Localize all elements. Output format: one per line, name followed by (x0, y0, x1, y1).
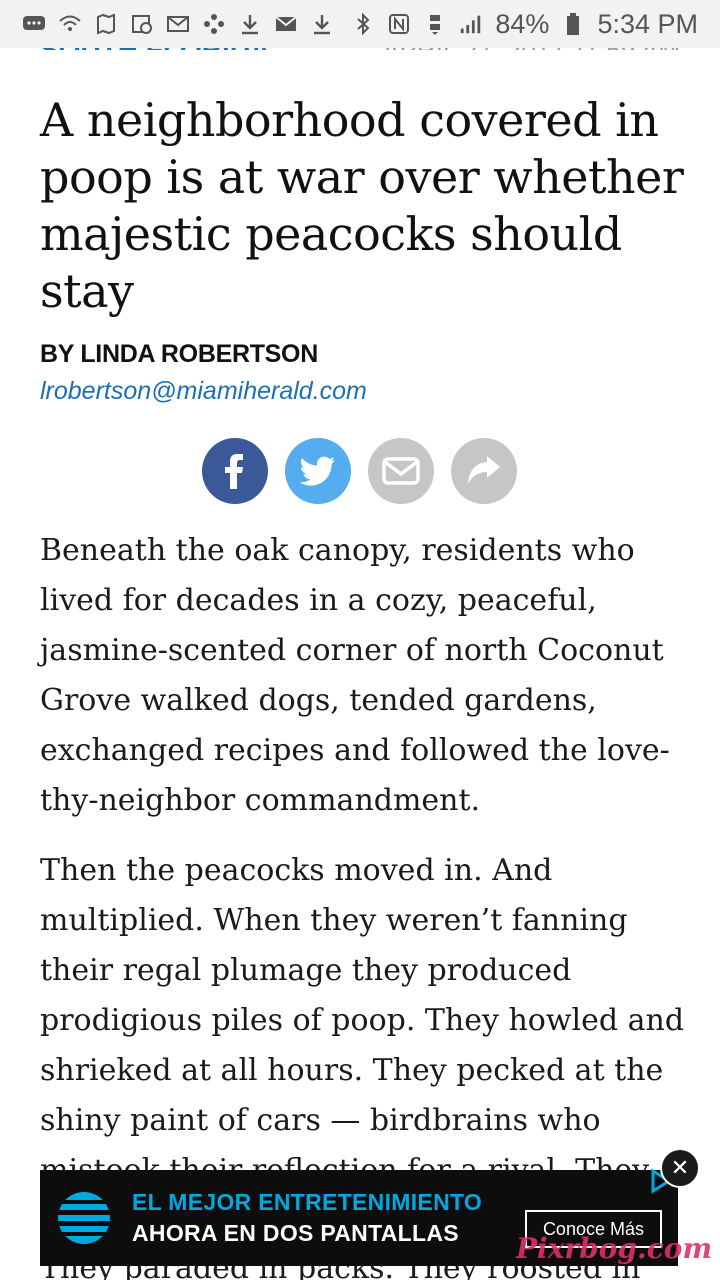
more-share-button[interactable] (451, 438, 517, 504)
email-share-button[interactable] (368, 438, 434, 504)
system-icons: 84% 5:34 PM (351, 9, 698, 40)
share-buttons (202, 438, 517, 504)
ad-headline: EL MEJOR ENTRETENIMIENTO (132, 1189, 483, 1215)
notification-icons (22, 12, 334, 36)
body-paragraph: Beneath the oak canopy, residents who li… (40, 533, 670, 818)
download-icon (238, 12, 262, 36)
ad-close-button[interactable]: ✕ (660, 1148, 700, 1188)
status-bar: 84% 5:34 PM (0, 0, 720, 48)
share-arrow-icon (468, 456, 500, 484)
ad-copy: EL MEJOR ENTRETENIMIENTO AHORA EN DOS PA… (132, 1189, 482, 1247)
lte-icon (423, 12, 447, 36)
twitter-icon (300, 456, 335, 486)
battery-percent: 84% (495, 8, 550, 39)
calendar-icon (130, 12, 154, 36)
bluetooth-icon (351, 12, 375, 36)
battery-icon (561, 12, 585, 36)
mail-icon (274, 12, 298, 36)
article-headline: A neighborhood covered in poop is at war… (40, 93, 684, 318)
facebook-icon (225, 454, 243, 489)
author-email-link[interactable]: lrobertson@miamiherald.com (40, 377, 367, 406)
maps-icon (94, 12, 118, 36)
chat-icon (22, 12, 46, 36)
byline: BY LINDA ROBERTSON (40, 340, 318, 368)
att-globe-icon (54, 1188, 114, 1248)
clock: 5:34 PM (597, 8, 698, 39)
facebook-share-button[interactable] (202, 438, 268, 504)
pinwheel-icon (202, 12, 226, 36)
twitter-share-button[interactable] (285, 438, 351, 504)
gmail-icon (166, 12, 190, 36)
envelope-icon (382, 457, 420, 485)
article-body: Beneath the oak canopy, residents who li… (40, 526, 690, 1216)
wifi-icon (58, 12, 82, 36)
download-icon (310, 12, 334, 36)
ad-subheadline: AHORA EN DOS PANTALLAS (132, 1220, 459, 1246)
body-paragraph: Then the peacocks moved in. And multipli… (40, 853, 685, 1188)
signal-icon (459, 12, 483, 36)
watermark: Pixrbog.com (516, 1232, 713, 1265)
nfc-icon (387, 12, 411, 36)
